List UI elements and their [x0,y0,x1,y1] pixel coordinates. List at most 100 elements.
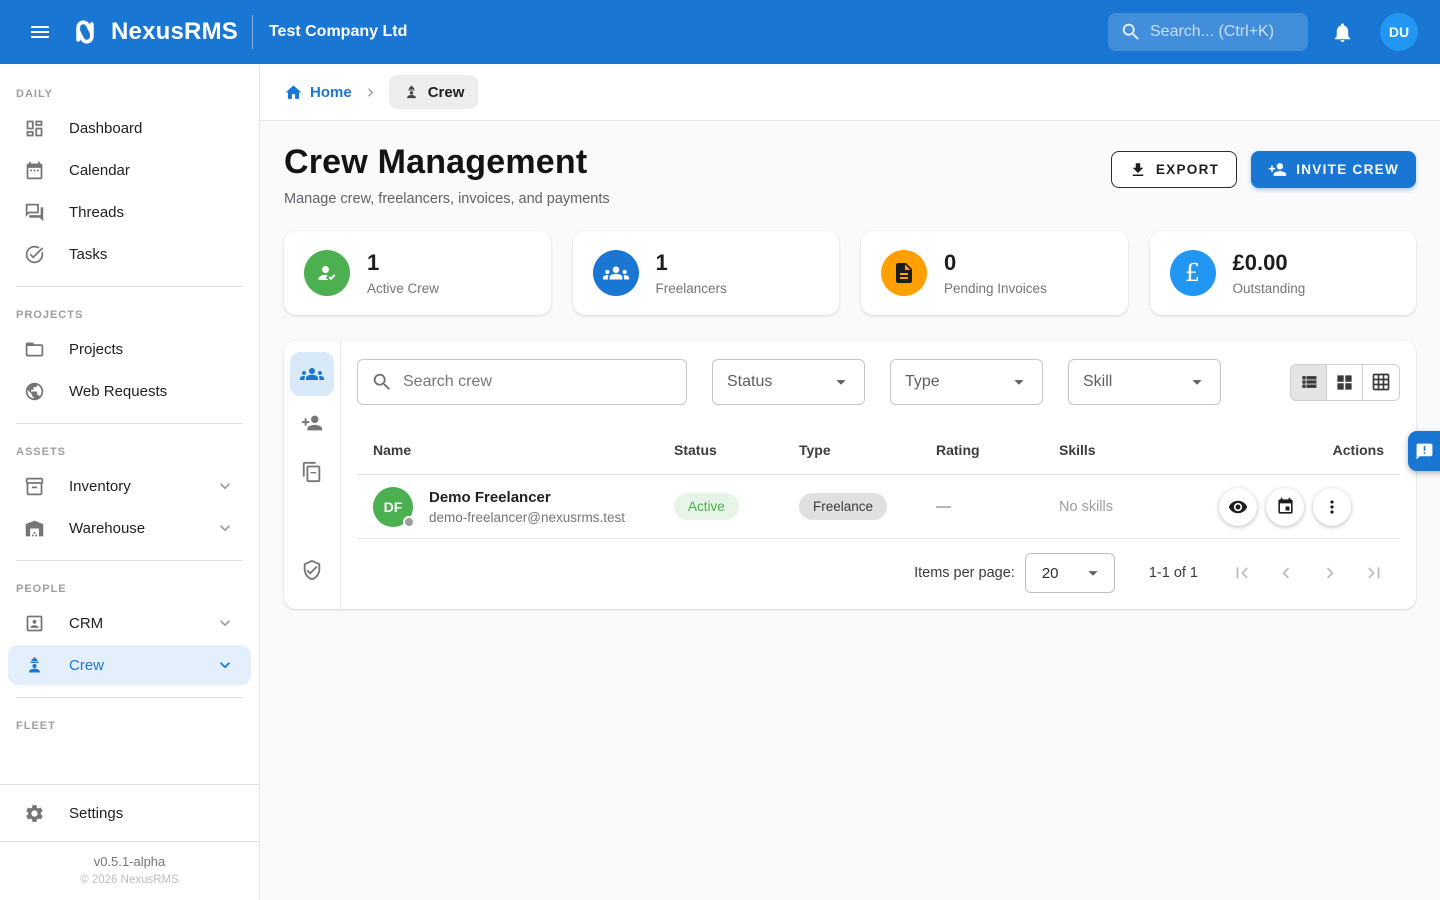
brand[interactable]: NexusRMS [68,15,238,49]
items-per-page-label: Items per page: [914,565,1015,581]
sidebar-item-threads[interactable]: Threads [8,192,251,232]
breadcrumb-current-chip[interactable]: Crew [389,75,479,109]
grid-view-icon [1335,373,1354,392]
divider [16,286,243,287]
rating-value: — [936,498,951,515]
rail-tab-invites[interactable] [290,401,334,445]
column-header-actions: Actions [1219,442,1384,458]
stat-label: Freelancers [656,281,727,296]
eye-icon [1228,497,1248,517]
stat-card-outstanding: £ £0.00 Outstanding [1150,231,1417,315]
invite-crew-button[interactable]: INVITE CREW [1251,151,1416,188]
crew-panel: Status Type Skill [284,341,1416,609]
stat-value: 1 [656,250,727,276]
rail-tab-compliance[interactable] [290,548,334,592]
breadcrumb-chevron-icon [362,84,379,101]
dropdown-arrow-icon [1082,562,1104,584]
status-badge: Active [674,493,739,520]
topbar: NexusRMS Test Company Ltd DU [0,0,1440,64]
crew-table: Name Status Type Rating Skills Actions D… [357,425,1400,539]
view-table-button[interactable] [1363,365,1399,400]
view-crew-button[interactable] [1219,488,1257,526]
stat-label: Pending Invoices [944,281,1047,296]
crew-search-field[interactable] [357,359,687,405]
crm-contact-icon [24,613,45,634]
sidebar-item-label: Tasks [69,246,235,263]
sidebar-bottom: Settings v0.5.1-alpha © 2026 NexusRMS [0,784,259,900]
row-avatar: DF [373,487,413,527]
panel-icon-rail [284,341,341,609]
notifications-button[interactable] [1322,12,1362,52]
table-header-row: Name Status Type Rating Skills Actions [357,425,1400,475]
more-actions-button[interactable] [1313,488,1351,526]
brand-name: NexusRMS [111,18,238,46]
sidebar-item-tasks[interactable]: Tasks [8,234,251,274]
previous-page-button[interactable] [1264,551,1308,595]
export-button[interactable]: EXPORT [1111,151,1237,188]
sidebar-footer: v0.5.1-alpha © 2026 NexusRMS [0,841,259,900]
app-version: v0.5.1-alpha [0,854,259,869]
hamburger-menu-button[interactable] [20,12,60,52]
view-toggle-group [1290,364,1400,401]
list-view-icon [1299,372,1319,392]
filters-row: Status Type Skill [357,359,1400,405]
stat-card-active-crew: 1 Active Crew [284,231,551,315]
status-filter-label: Status [727,373,772,391]
type-filter-label: Type [905,373,940,391]
sidebar-item-dashboard[interactable]: Dashboard [8,108,251,148]
copyright: © 2026 NexusRMS [0,874,259,886]
type-filter-select[interactable]: Type [890,359,1043,405]
sidebar-item-web-requests[interactable]: Web Requests [8,371,251,411]
next-page-button[interactable] [1308,551,1352,595]
breadcrumb-home-label: Home [310,84,352,101]
dashboard-icon [24,118,45,139]
page-subtitle: Manage crew, freelancers, invoices, and … [284,191,610,207]
global-search-input[interactable] [1150,23,1290,41]
last-page-button[interactable] [1352,551,1396,595]
section-label-fleet: FLEET [0,710,259,738]
download-icon [1129,161,1147,179]
table-view-icon [1371,372,1391,392]
menu-icon [28,20,52,44]
stat-label: Active Crew [367,281,439,296]
sidebar-item-projects[interactable]: Projects [8,329,251,369]
sidebar-item-label: Settings [69,805,235,822]
sidebar-item-warehouse[interactable]: Warehouse [8,508,251,548]
view-list-button[interactable] [1291,365,1327,400]
rail-tab-documents[interactable] [290,450,334,494]
sidebar-item-label: Crew [69,657,215,674]
search-icon [371,371,393,393]
skill-filter-label: Skill [1083,373,1112,391]
stat-value: 0 [944,250,1047,276]
breadcrumb-home-link[interactable]: Home [284,83,352,102]
bell-icon [1331,21,1354,44]
sidebar-item-calendar[interactable]: Calendar [8,150,251,190]
sidebar-item-crew[interactable]: Crew [8,645,251,685]
presence-dot [403,516,415,528]
schedule-crew-button[interactable] [1266,488,1304,526]
global-search[interactable] [1108,13,1308,51]
user-avatar[interactable]: DU [1380,13,1418,51]
sidebar-item-settings[interactable]: Settings [8,793,251,833]
crew-search-input[interactable] [403,373,653,391]
status-filter-select[interactable]: Status [712,359,865,405]
skill-filter-select[interactable]: Skill [1068,359,1221,405]
sidebar-item-label: CRM [69,615,215,632]
column-header-skills: Skills [1059,442,1219,458]
sidebar-item-crm[interactable]: CRM [8,603,251,643]
sidebar-item-label: Threads [69,204,235,221]
chevron-down-icon [215,476,235,496]
rail-tab-crew-list[interactable] [290,352,334,396]
type-badge: Freelance [799,493,887,520]
feedback-button[interactable] [1408,431,1440,471]
main-area: Home Crew Crew Management Manage crew, f… [260,64,1440,900]
last-page-icon [1363,562,1385,584]
view-grid-button[interactable] [1327,365,1363,400]
sidebar-nav: DAILY Dashboard Calendar Threads Tasks P… [0,64,259,784]
first-page-button[interactable] [1220,551,1264,595]
sidebar-item-label: Web Requests [69,383,235,400]
first-page-icon [1231,562,1253,584]
sidebar-item-inventory[interactable]: Inventory [8,466,251,506]
page-size-select[interactable]: 20 [1025,553,1115,593]
table-row[interactable]: DF Demo Freelancer demo-freelancer@nexus… [357,475,1400,539]
